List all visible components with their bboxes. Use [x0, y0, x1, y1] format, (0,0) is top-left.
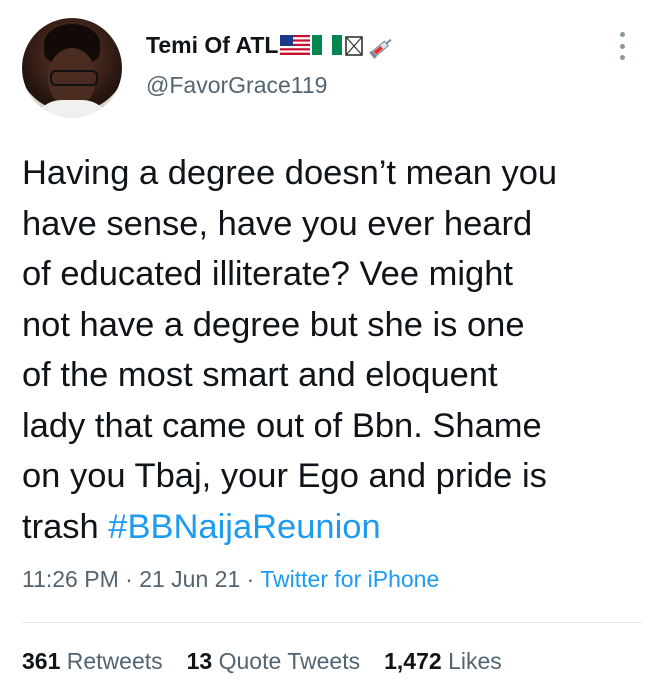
nigeria-flag-icon: [312, 35, 343, 55]
name-row[interactable]: Temi Of ATL: [146, 30, 396, 60]
more-dot: [619, 43, 625, 49]
meta-separator: ·: [240, 566, 261, 592]
retweets-stat[interactable]: 361 Retweets: [22, 648, 163, 675]
tweet-text: Having a degree doesn’t mean you have se…: [22, 148, 652, 552]
tweet-body: Having a degree doesn’t mean you have se…: [22, 154, 558, 546]
tweet-source-link[interactable]: Twitter for iPhone: [260, 566, 439, 592]
meta-separator: ·: [118, 566, 140, 592]
user-handle[interactable]: @FavorGrace119: [146, 72, 327, 99]
avatar-shirt: [32, 100, 112, 118]
more-dot: [619, 32, 625, 37]
display-name[interactable]: Temi Of ATL: [146, 32, 278, 59]
tweet-stats: 361 Retweets 13 Quote Tweets 1,472 Likes: [22, 648, 502, 675]
quote-tweets-stat[interactable]: 13 Quote Tweets: [187, 648, 360, 675]
quote-tweets-label: Quote Tweets: [212, 648, 361, 674]
retweets-count: 361: [22, 648, 61, 674]
hashtag-link[interactable]: #BBNaijaReunion: [108, 508, 380, 546]
tweet-time[interactable]: 11:26 PM: [22, 566, 119, 592]
divider: [22, 622, 642, 623]
us-flag-icon: [280, 35, 311, 55]
likes-count: 1,472: [384, 648, 442, 674]
avatar-glasses: [50, 70, 98, 86]
syringe-icon: [366, 35, 396, 59]
tweet-metadata: 11:26 PM · 21 Jun 21 · Twitter for iPhon…: [22, 566, 439, 593]
retweets-label: Retweets: [60, 648, 163, 674]
tweet-date[interactable]: 21 Jun 21: [139, 566, 240, 592]
unknown-flag-icon: [344, 35, 364, 56]
avatar[interactable]: [22, 18, 122, 118]
quote-tweets-count: 13: [186, 648, 213, 674]
likes-label: Likes: [441, 648, 502, 674]
more-dot: [619, 55, 625, 60]
more-options-icon[interactable]: [612, 32, 632, 60]
likes-stat[interactable]: 1,472 Likes: [384, 648, 502, 675]
